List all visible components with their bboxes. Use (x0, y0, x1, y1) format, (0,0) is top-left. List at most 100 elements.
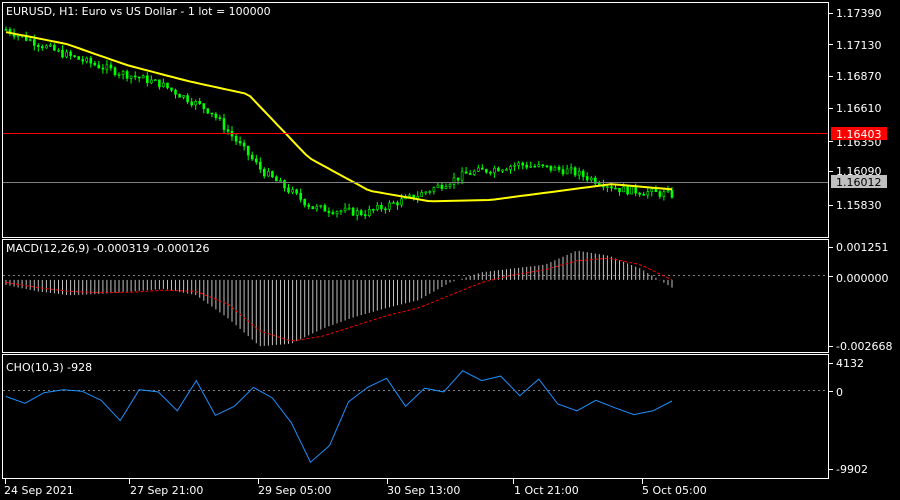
candle-body[interactable] (565, 168, 569, 175)
candle-body[interactable] (517, 162, 520, 166)
trading-chart[interactable]: EURUSD, H1: Euro vs US Dollar - 1 lot = … (0, 0, 900, 500)
candle-body[interactable] (275, 176, 278, 182)
candle-body[interactable] (150, 79, 153, 84)
candle-body[interactable] (476, 167, 480, 172)
macd-signal-line[interactable] (5, 257, 673, 342)
candle-body[interactable] (456, 177, 460, 181)
candle-body[interactable] (388, 202, 391, 210)
candle-body[interactable] (315, 206, 319, 210)
candle-body[interactable] (343, 207, 347, 212)
candle-body[interactable] (238, 141, 242, 144)
candle-body[interactable] (319, 205, 323, 207)
candle-body[interactable] (400, 198, 403, 206)
candle-body[interactable] (226, 129, 230, 132)
candle-body[interactable] (585, 176, 589, 181)
candle-body[interactable] (638, 192, 642, 195)
candle-body[interactable] (642, 194, 646, 196)
candle-body[interactable] (49, 44, 52, 47)
candle-body[interactable] (371, 209, 375, 211)
candle-body[interactable] (331, 212, 335, 215)
candle-body[interactable] (489, 171, 492, 174)
candle-body[interactable] (146, 75, 149, 84)
candle-body[interactable] (589, 177, 593, 181)
candle-body[interactable] (666, 190, 670, 193)
candle-body[interactable] (311, 206, 315, 210)
candle-body[interactable] (355, 210, 359, 216)
candle-body[interactable] (444, 186, 448, 189)
candle-body[interactable] (533, 165, 537, 168)
candle-body[interactable] (339, 210, 343, 213)
candle-body[interactable] (327, 211, 331, 213)
candle-body[interactable] (262, 168, 266, 177)
candle-body[interactable] (622, 186, 625, 193)
moving-average-line[interactable] (5, 31, 673, 203)
candle-body[interactable] (53, 44, 56, 51)
candle-body[interactable] (295, 189, 298, 194)
candle-body[interactable] (271, 171, 274, 178)
candle-body[interactable] (359, 210, 363, 215)
candle-body[interactable] (182, 95, 185, 98)
candle-body[interactable] (618, 188, 621, 193)
candle-body[interactable] (424, 191, 428, 194)
candle-body[interactable] (529, 165, 533, 168)
candle-body[interactable] (45, 45, 48, 49)
candle-body[interactable] (40, 46, 44, 49)
candle-body[interactable] (577, 170, 581, 176)
candle-body[interactable] (380, 205, 383, 210)
candle-body[interactable] (218, 117, 222, 119)
candle-body[interactable] (214, 113, 218, 118)
candle-body[interactable] (630, 186, 633, 195)
candle-body[interactable] (170, 87, 173, 91)
candle-body[interactable] (158, 79, 161, 88)
candle-body[interactable] (347, 207, 351, 210)
candle-body[interactable] (505, 169, 508, 171)
candle-body[interactable] (279, 180, 282, 182)
candle-body[interactable] (323, 205, 327, 212)
candle-body[interactable] (105, 64, 109, 70)
candle-body[interactable] (125, 71, 129, 79)
candle-body[interactable] (408, 194, 411, 197)
candle-body[interactable] (65, 51, 68, 58)
candle-body[interactable] (545, 165, 549, 167)
candle-body[interactable] (32, 39, 36, 46)
candle-body[interactable] (363, 214, 367, 217)
candle-body[interactable] (69, 51, 72, 56)
candle-body[interactable] (569, 167, 573, 170)
candle-body[interactable] (81, 59, 84, 62)
candle-body[interactable] (129, 75, 133, 79)
cho-oscillator-line[interactable] (5, 370, 673, 464)
candle-body[interactable] (291, 189, 294, 193)
candle-body[interactable] (178, 94, 181, 98)
candle-body[interactable] (670, 190, 674, 198)
candle-body[interactable] (303, 199, 307, 206)
candle-body[interactable] (541, 164, 545, 166)
candle-body[interactable] (117, 74, 121, 76)
candle-body[interactable] (174, 89, 177, 95)
candle-body[interactable] (501, 169, 504, 172)
candle-body[interactable] (242, 142, 246, 147)
candle-body[interactable] (549, 165, 553, 171)
candle-body[interactable] (250, 154, 254, 160)
candle-body[interactable] (658, 191, 662, 197)
candle-body[interactable] (573, 167, 577, 176)
candle-body[interactable] (194, 101, 197, 106)
candle-body[interactable] (77, 56, 80, 60)
candle-body[interactable] (472, 170, 476, 175)
candle-body[interactable] (267, 171, 270, 177)
candle-body[interactable] (561, 169, 565, 175)
candle-body[interactable] (283, 180, 286, 189)
candle-body[interactable] (396, 202, 399, 206)
candle-body[interactable] (61, 49, 64, 58)
candle-body[interactable] (121, 71, 125, 75)
candle-body[interactable] (335, 211, 339, 215)
candle-body[interactable] (440, 184, 444, 189)
candle-body[interactable] (432, 187, 436, 192)
candle-body[interactable] (57, 49, 60, 52)
candle-body[interactable] (234, 136, 238, 142)
candle-body[interactable] (662, 191, 666, 197)
candle-body[interactable] (484, 169, 488, 173)
candle-body[interactable] (202, 103, 206, 109)
candle-body[interactable] (460, 171, 464, 181)
candle-body[interactable] (509, 166, 512, 170)
candle-body[interactable] (109, 64, 113, 69)
